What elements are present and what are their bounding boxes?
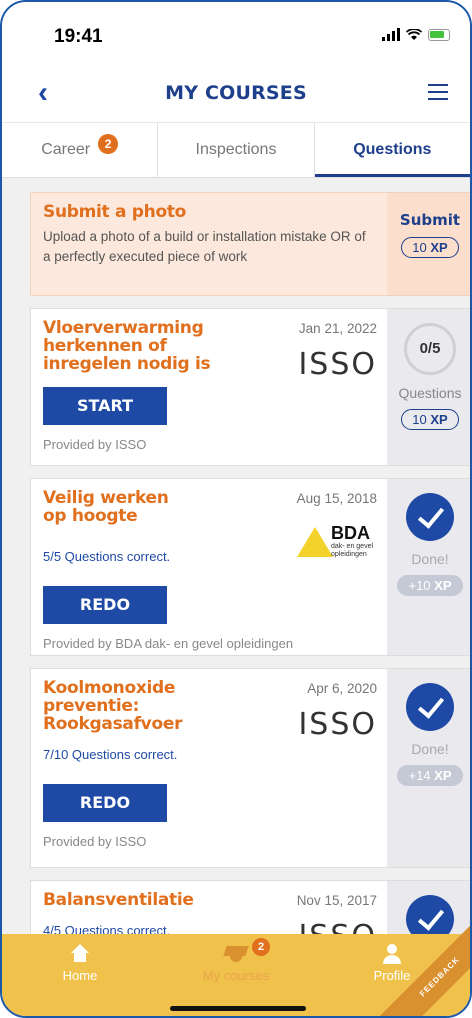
xp-badge: 10 XP [401,237,459,258]
nav-profile-label: Profile [373,968,411,983]
nav-home[interactable]: Home [2,934,158,1016]
bda-triangle-icon [297,527,333,557]
done-label: Done! [411,551,449,567]
course-progress-side: 0/5 Questions 10 XP [387,309,470,465]
xp-badge: 10 XP [401,409,459,430]
nav-my-courses-label: My courses [202,968,270,983]
battery-icon [428,29,450,41]
submit-photo-title: Submit a photo [43,202,187,222]
submit-photo-side: Submit 10 XP [387,193,470,295]
progress-label: Questions [398,385,462,401]
course-card-body: Koolmonoxide preventie: Rookgasafvoer Ap… [31,669,387,867]
course-date: Aug 15, 2018 [296,491,377,506]
isso-logo: ISSO [298,707,377,742]
course-list: Submit a photo Upload a photo of a build… [30,192,470,1012]
xp-badge: +14 XP [397,765,463,786]
submit-photo-body: Submit a photo Upload a photo of a build… [31,193,387,295]
user-icon [381,944,403,964]
status-icons [382,28,450,41]
course-provider: Provided by ISSO [43,437,147,452]
tab-career-label: Career [41,141,91,158]
start-button[interactable]: START [43,387,167,425]
signal-icon [382,28,400,41]
course-title: Koolmonoxide preventie: Rookgasafvoer [43,678,183,734]
tab-inspections[interactable]: Inspections [158,123,315,177]
tab-questions-label: Questions [353,141,432,158]
course-provider: Provided by ISSO [43,834,147,849]
wifi-icon [406,29,422,40]
course-card: Koolmonoxide preventie: Rookgasafvoer Ap… [30,668,470,868]
bda-logo-text: BDA [331,523,370,543]
course-date: Jan 21, 2022 [298,321,377,336]
xp-badge: +10 XP [397,575,463,596]
status-time: 19:41 [54,26,103,47]
hamburger-menu-icon[interactable] [428,84,448,105]
phone-screen: 19:41 ‹ MY COURSES Career 2 Inspections Q… [0,0,472,1018]
bda-logo-subtext: dak- en gevel opleidingen [331,543,374,558]
course-date: Nov 15, 2017 [296,893,377,908]
course-card-body: Veilig werken op hoogte Aug 15, 2018 BDA… [31,479,387,655]
course-done-side: Done! +14 XP [387,669,470,867]
bda-logo: BDA dak- en gevel opleidingen [297,523,377,559]
done-label: Done! [411,741,449,757]
page-title: MY COURSES [165,82,307,104]
course-card-body: Vloerverwarming herkennen of inregelen n… [31,309,387,465]
submit-photo-description: Upload a photo of a build or installatio… [43,229,366,264]
status-bar: 19:41 [2,2,470,64]
redo-button[interactable]: REDO [43,784,167,822]
course-title: Vloerverwarming herkennen of inregelen n… [43,318,211,374]
course-provider: Provided by BDA dak- en gevel opleidinge… [43,636,294,651]
tab-career[interactable]: Career 2 [2,123,159,177]
tab-bar: Career 2 Inspections Questions [2,122,470,178]
course-card: Vloerverwarming herkennen of inregelen n… [30,308,470,466]
course-date: Apr 6, 2020 [307,681,377,696]
nav-home-label: Home [62,968,98,983]
progress-ring: 0/5 [404,323,456,375]
course-done-side: Done! +10 XP [387,479,470,655]
app-header: ‹ MY COURSES [2,64,470,122]
tab-inspections-label: Inspections [195,141,277,158]
redo-button[interactable]: REDO [43,586,167,624]
course-title: Veilig werken op hoogte [43,488,169,526]
nav-courses-badge: 2 [252,938,270,956]
course-score: 7/10 Questions correct. [43,747,178,762]
check-icon [406,683,454,731]
isso-logo: ISSO [298,347,377,382]
tab-career-badge: 2 [98,134,119,154]
check-icon [406,493,454,541]
course-card: Veilig werken op hoogte Aug 15, 2018 BDA… [30,478,470,656]
home-indicator [170,1006,306,1011]
home-icon [69,944,91,964]
submit-photo-card[interactable]: Submit a photo Upload a photo of a build… [30,192,470,296]
graduation-cap-icon [225,944,247,964]
tab-questions[interactable]: Questions [314,123,470,177]
submit-button[interactable]: Submit [387,211,470,229]
